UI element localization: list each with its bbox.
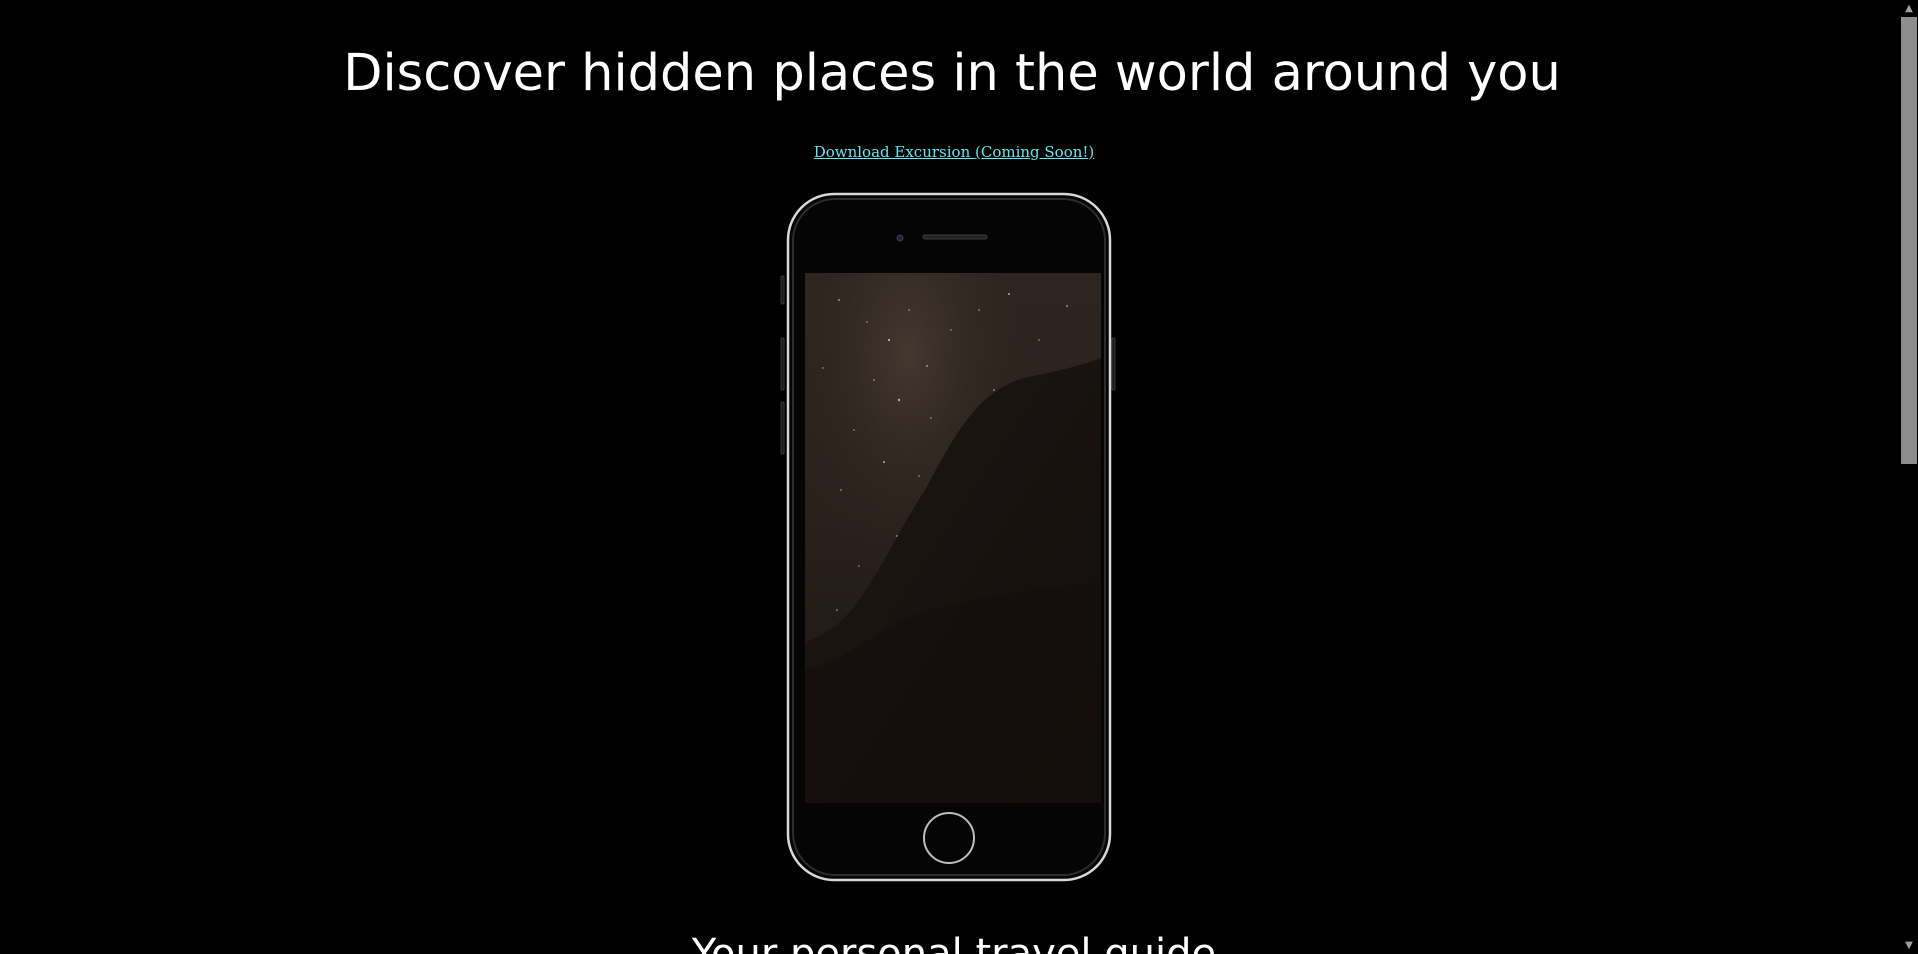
page-scrollbar[interactable]: ▲ ▼ [1900, 0, 1918, 954]
phone-mute-switch [780, 275, 785, 305]
chevron-up-icon[interactable]: ▲ [1900, 0, 1918, 17]
phone-mockup [779, 190, 1117, 884]
phone-speaker [922, 234, 988, 240]
hero-title: Discover hidden places in the world arou… [343, 44, 1561, 103]
phone-frame-icon [780, 192, 1116, 882]
phone-volume-down [780, 401, 785, 455]
phone-camera-icon [896, 234, 904, 242]
phone-home-button [923, 812, 975, 864]
scrollbar-thumb[interactable] [1901, 17, 1917, 464]
chevron-down-icon[interactable]: ▼ [1900, 937, 1918, 954]
page: Discover hidden places in the world arou… [0, 0, 1900, 954]
download-link[interactable]: Download Excursion (Coming Soon!) [814, 143, 1095, 161]
download-link-container: Download Excursion (Coming Soon!) [0, 142, 1900, 162]
phone-screen [805, 273, 1101, 803]
phone-power-button [1111, 337, 1116, 391]
section-title: Your personal travel guide [691, 931, 1217, 954]
phone-volume-up [780, 337, 785, 391]
